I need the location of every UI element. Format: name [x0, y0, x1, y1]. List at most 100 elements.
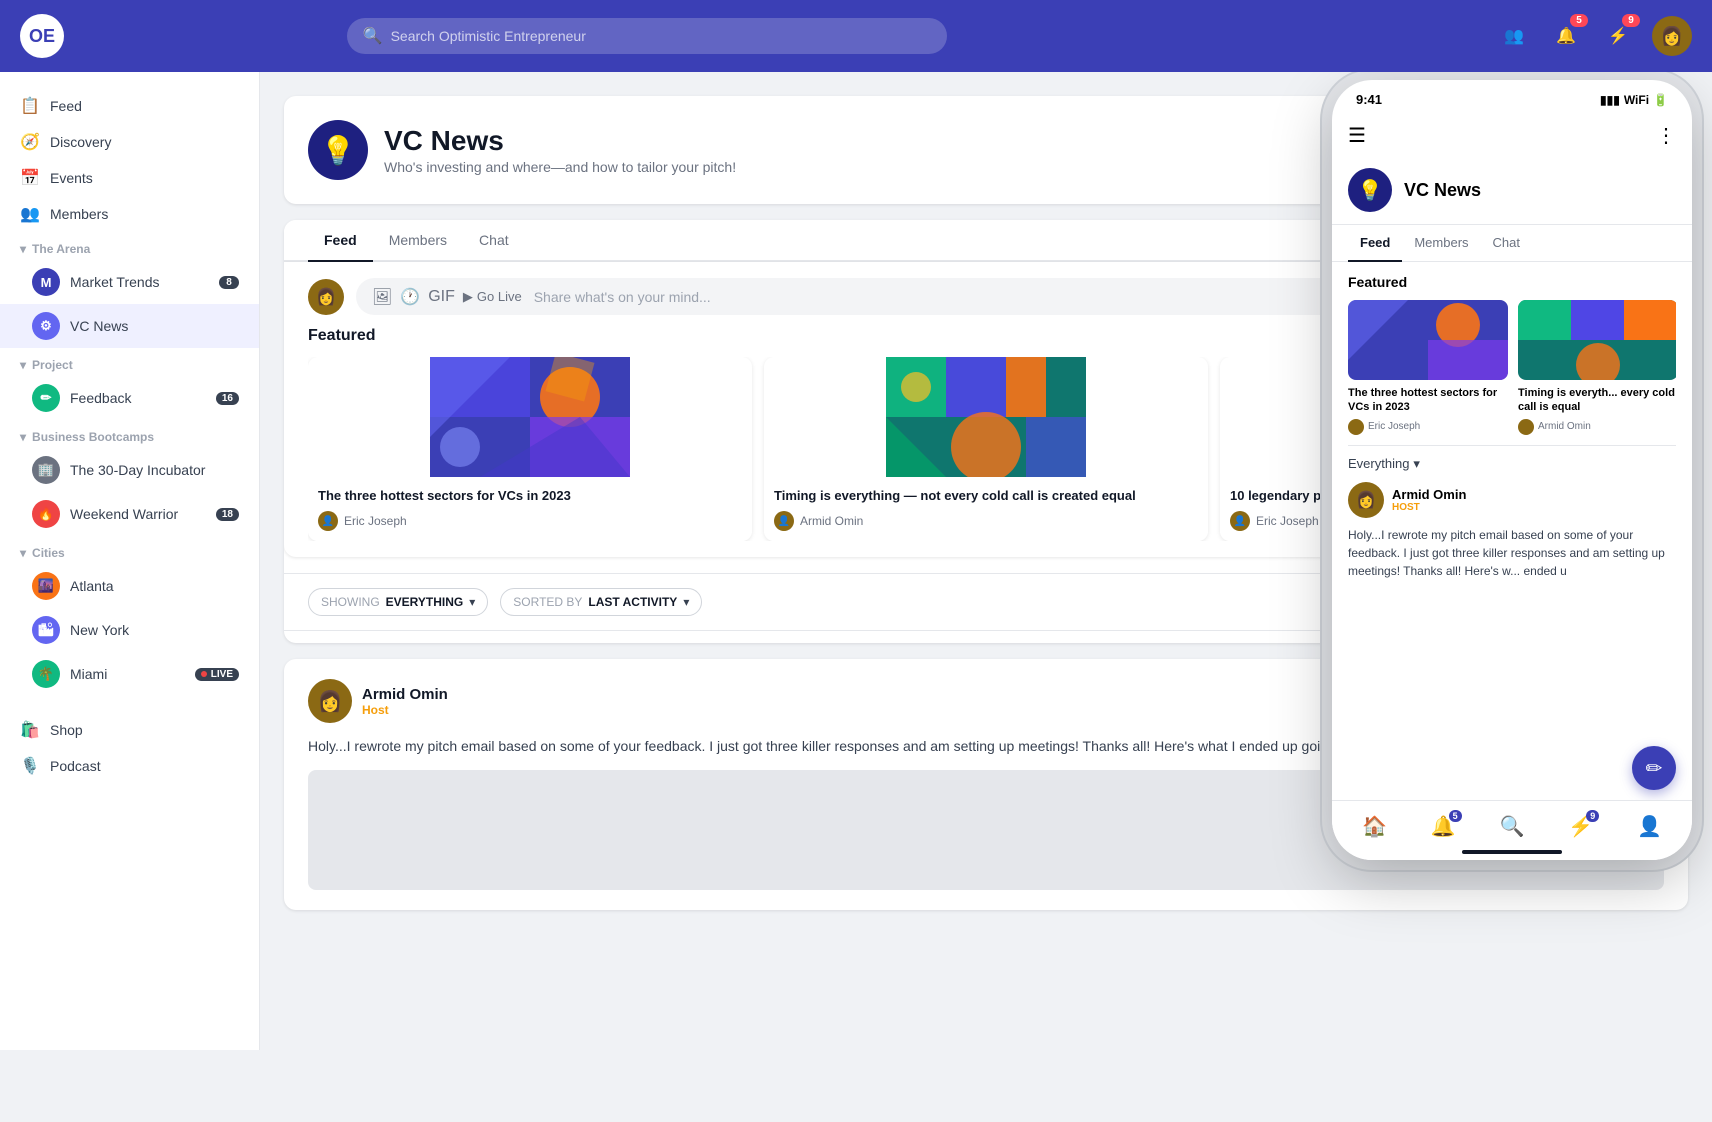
- chevron-down-icon: ▾: [683, 595, 689, 609]
- group-avatar: 🌴: [32, 660, 60, 688]
- mobile-tabs: Feed Members Chat: [1332, 225, 1692, 262]
- notifications-button[interactable]: 🔔 5: [1548, 18, 1584, 54]
- mobile-card-author-2: Armid Omin: [1518, 419, 1676, 435]
- sidebar-item-discovery[interactable]: 🧭 Discovery: [0, 124, 259, 160]
- mobile-community-title: VC News: [1404, 180, 1481, 201]
- mobile-card-1[interactable]: The three hottest sectors for VCs in 202…: [1348, 300, 1508, 435]
- mobile-cards: The three hottest sectors for VCs in 202…: [1348, 300, 1676, 435]
- sidebar-item-label: Members: [50, 206, 108, 222]
- mobile-fab[interactable]: ✏: [1632, 746, 1676, 790]
- activity-button[interactable]: ⚡ 9: [1600, 18, 1636, 54]
- mobile-preview: 9:41 ▮▮▮ WiFi 🔋 ☰ ⋮ 💡 VC News Feed Membe…: [1332, 80, 1692, 860]
- mobile-nav-home[interactable]: 🏠: [1362, 814, 1387, 839]
- mobile-nav-notifications[interactable]: 🔔 5: [1431, 814, 1456, 839]
- sidebar-item-feed[interactable]: 📋 Feed: [0, 88, 259, 124]
- sidebar-item-members[interactable]: 👥 Members: [0, 196, 259, 232]
- mobile-community-header: 💡 VC News: [1332, 156, 1692, 225]
- sidebar-item-shop[interactable]: 🛍️ Shop: [0, 712, 259, 748]
- featured-card-1[interactable]: The three hottest sectors for VCs in 202…: [308, 357, 752, 541]
- add-friend-button[interactable]: 👥: [1496, 18, 1532, 54]
- mobile-author-avatar-2: [1518, 419, 1534, 435]
- mobile-home-icon: 🏠: [1362, 814, 1387, 839]
- group-label: New York: [70, 622, 129, 638]
- signal-icon: ▮▮▮: [1600, 93, 1620, 107]
- mobile-status-bar: 9:41 ▮▮▮ WiFi 🔋: [1332, 80, 1692, 115]
- mobile-card-title-2: Timing is everyth... every cold call is …: [1518, 386, 1676, 415]
- section-label: Cities: [32, 546, 65, 560]
- mobile-card-2[interactable]: Timing is everyth... every cold call is …: [1518, 300, 1676, 435]
- group-30-day-incubator[interactable]: 🏢 The 30-Day Incubator: [0, 448, 259, 492]
- group-feedback[interactable]: ✏ Feedback 16: [0, 376, 259, 420]
- app-logo[interactable]: OE: [20, 14, 64, 58]
- sidebar-item-label: Shop: [50, 722, 83, 738]
- battery-icon: 🔋: [1653, 93, 1668, 107]
- search-input[interactable]: [391, 28, 931, 44]
- section-the-arena[interactable]: ▾ The Arena: [0, 232, 259, 260]
- section-project[interactable]: ▾ Project: [0, 348, 259, 376]
- mobile-post-name: Armid Omin: [1392, 487, 1466, 502]
- mobile-filter[interactable]: Everything ▾: [1348, 456, 1676, 472]
- mobile-tab-chat[interactable]: Chat: [1481, 225, 1532, 262]
- mobile-header: ☰ ⋮: [1332, 115, 1692, 156]
- members-icon: 👥: [20, 204, 40, 224]
- mobile-nav-profile[interactable]: 👤: [1637, 814, 1662, 839]
- mobile-card-title-1: The three hottest sectors for VCs in 202…: [1348, 386, 1508, 415]
- clock-tool[interactable]: 🕐: [400, 287, 420, 307]
- gif-tool[interactable]: GIF: [428, 288, 455, 306]
- showing-label: SHOWING: [321, 595, 380, 609]
- events-icon: 📅: [20, 168, 40, 188]
- group-atlanta[interactable]: 🌆 Atlanta: [0, 564, 259, 608]
- go-live-button[interactable]: ▶ Go Live: [463, 289, 522, 305]
- community-logo-emoji: 💡: [321, 134, 356, 167]
- sidebar-item-label: Discovery: [50, 134, 111, 150]
- group-market-trends[interactable]: M Market Trends 8: [0, 260, 259, 304]
- section-business-bootcamps[interactable]: ▾ Business Bootcamps: [0, 420, 259, 448]
- mobile-activity-badge: 9: [1586, 810, 1599, 822]
- mobile-community-logo: 💡: [1348, 168, 1392, 212]
- section-cities[interactable]: ▾ Cities: [0, 536, 259, 564]
- showing-filter[interactable]: SHOWING EVERYTHING ▾: [308, 588, 488, 616]
- group-weekend-warrior[interactable]: 🔥 Weekend Warrior 18: [0, 492, 259, 536]
- group-vc-news[interactable]: ⚙ VC News: [0, 304, 259, 348]
- group-new-york[interactable]: 🏙 New York: [0, 608, 259, 652]
- video-icon: ▶: [463, 289, 473, 305]
- card-title-1: The three hottest sectors for VCs in 202…: [318, 487, 742, 505]
- mobile-nav-search[interactable]: 🔍: [1500, 814, 1525, 839]
- group-label: Market Trends: [70, 274, 159, 290]
- section-label: Business Bootcamps: [32, 430, 154, 444]
- card-image-1: [308, 357, 752, 477]
- author-avatar-2: 👤: [774, 511, 794, 531]
- composer-tools: 🖼 🕐 GIF ▶ Go Live: [372, 287, 522, 307]
- group-badge: 16: [216, 392, 239, 405]
- mobile-card-image-2: [1518, 300, 1676, 380]
- chevron-down-icon: ▾: [20, 358, 26, 372]
- card-author-1: 👤 Eric Joseph: [318, 511, 742, 531]
- mobile-profile-icon: 👤: [1637, 814, 1662, 839]
- mobile-more-icon[interactable]: ⋮: [1656, 123, 1676, 148]
- mobile-time: 9:41: [1356, 92, 1382, 107]
- mobile-card-author-1: Eric Joseph: [1348, 419, 1508, 435]
- mobile-post-role: HOST: [1392, 502, 1466, 513]
- section-label: Project: [32, 358, 73, 372]
- mobile-tab-members[interactable]: Members: [1402, 225, 1480, 262]
- featured-card-2[interactable]: Timing is everything — not every cold ca…: [764, 357, 1208, 541]
- mobile-card-image-1: [1348, 300, 1508, 380]
- tab-feed[interactable]: Feed: [308, 220, 373, 262]
- sidebar-item-events[interactable]: 📅 Events: [0, 160, 259, 196]
- group-miami[interactable]: 🌴 Miami LIVE: [0, 652, 259, 696]
- feed-icon: 📋: [20, 96, 40, 116]
- tab-chat[interactable]: Chat: [463, 220, 525, 262]
- image-tool[interactable]: 🖼: [372, 287, 392, 307]
- mobile-menu-icon[interactable]: ☰: [1348, 123, 1366, 148]
- sidebar: 📋 Feed 🧭 Discovery 📅 Events 👥 Members ▾ …: [0, 72, 260, 1050]
- sidebar-item-podcast[interactable]: 🎙️ Podcast: [0, 748, 259, 784]
- post-author-role: Host: [362, 703, 448, 717]
- sorted-filter[interactable]: SORTED BY LAST ACTIVITY ▾: [500, 588, 702, 616]
- group-avatar: 🏙: [32, 616, 60, 644]
- mobile-nav-activity[interactable]: ⚡ 9: [1568, 814, 1593, 839]
- mobile-tab-feed[interactable]: Feed: [1348, 225, 1402, 262]
- live-badge: LIVE: [195, 668, 239, 681]
- tab-members[interactable]: Members: [373, 220, 463, 262]
- mobile-status-icons: ▮▮▮ WiFi 🔋: [1600, 93, 1668, 107]
- user-avatar[interactable]: 👩: [1652, 16, 1692, 56]
